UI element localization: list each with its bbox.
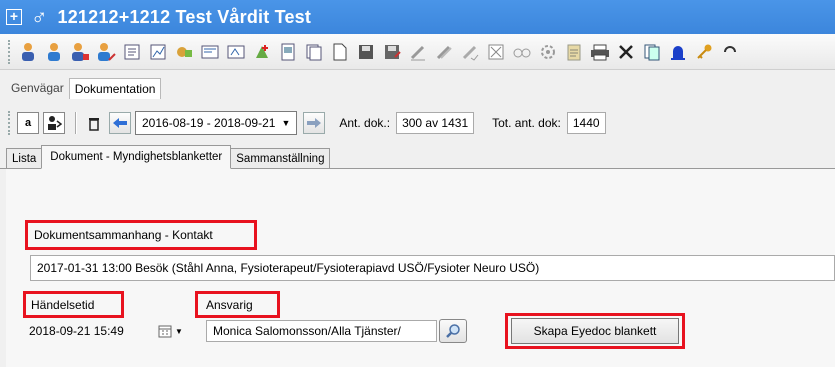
person-list-icon[interactable] [69,41,91,63]
tab-lista[interactable]: Lista [6,148,43,168]
alert-icon[interactable] [667,41,689,63]
view-toggle-button[interactable]: a [17,112,39,134]
window-titlebar: + ♂ 121212+1212 Test Vårdit Test [0,0,835,34]
separator [75,112,77,134]
copy-icon[interactable] [303,41,325,63]
person-icon[interactable] [43,41,65,63]
event-time-field[interactable]: 2018-09-21 15:49 [25,320,155,342]
toolbar-grip [8,111,12,135]
menu-item-dokumentation[interactable]: Dokumentation [68,77,162,99]
search-responsible-button[interactable] [439,319,467,343]
date-range-value: 2016-08-19 - 2018-09-21 [142,116,276,130]
ant-dok-label: Ant. dok.: [339,116,391,130]
ant-dok-value: 300 av 1431 [396,112,475,134]
toolbar-grip [8,39,12,64]
print-icon[interactable] [589,41,611,63]
person-edit-icon[interactable] [95,41,117,63]
arrow-left-icon [113,118,127,128]
medication-icon[interactable] [173,41,195,63]
co-sign-icon[interactable] [433,41,455,63]
cancel-sign-icon[interactable] [485,41,507,63]
save-icon[interactable] [355,41,377,63]
expand-icon[interactable]: + [6,9,22,25]
attest-icon[interactable] [459,41,481,63]
tot-ant-dok-label: Tot. ant. dok: [492,116,561,130]
context-label: Dokumentsammanhang - Kontakt [34,228,213,242]
trash-icon[interactable] [83,112,105,134]
menu-bar: Genvägar Dokumentation [0,76,162,100]
person-arrow-icon [48,116,62,130]
new-document-icon[interactable] [329,41,351,63]
navigation-toolbar: a 2016-08-19 - 2018-09-21 ▼ Ant. dok.: 3… [0,106,835,140]
notes-icon[interactable] [641,41,663,63]
chevron-down-icon: ▼ [281,118,291,128]
icon-toolbar [0,34,835,70]
lab-icon[interactable] [225,41,247,63]
previous-period-button[interactable] [109,112,131,134]
next-period-button[interactable] [303,112,326,134]
tab-sammanstallning[interactable]: Sammanställning [230,148,331,168]
patient-title: 121212+1212 Test Vårdit Test [57,6,312,27]
event-time-label: Händelsetid [31,298,95,312]
glasses-icon[interactable] [511,41,533,63]
arrow-right-icon [307,118,322,128]
journal-icon[interactable] [121,41,143,63]
tab-dokument-myndighetsblanketter[interactable]: Dokument - Myndighetsblanketter [41,145,232,169]
view-icon: a [24,117,32,129]
delete-icon[interactable] [615,41,637,63]
chevron-down-icon: ▼ [175,326,183,336]
clipboard-icon[interactable] [563,41,585,63]
lookup-button[interactable] [43,112,65,134]
calendar-picker-button[interactable]: ▼ [158,323,188,339]
save-as-icon[interactable] [381,41,403,63]
search-icon [446,324,460,338]
patient-icon[interactable] [17,41,39,63]
document-icon[interactable] [277,41,299,63]
exit-icon[interactable] [719,41,741,63]
responsible-label: Ansvarig [206,298,253,312]
referral-icon[interactable] [199,41,221,63]
male-icon: ♂ [31,4,48,29]
settings-icon[interactable] [537,41,559,63]
document-tabs: Lista Dokument - Myndighetsblanketter Sa… [0,145,835,169]
calendar-icon [158,325,172,338]
menu-item-genvagar[interactable]: Genvägar [6,78,69,98]
new-entry-icon[interactable] [251,41,273,63]
context-field[interactable]: 2017-01-31 13:00 Besök (Ståhl Anna, Fysi… [30,255,835,281]
key-icon[interactable] [693,41,715,63]
tot-ant-dok-value: 1440 [566,112,606,134]
date-range-select[interactable]: 2016-08-19 - 2018-09-21 ▼ [135,111,298,135]
sign-icon[interactable] [407,41,429,63]
chart-icon[interactable] [147,41,169,63]
responsible-field[interactable]: Monica Salomonsson/Alla Tjänster/ [206,320,437,342]
create-eyedoc-button[interactable]: Skapa Eyedoc blankett [511,318,679,344]
